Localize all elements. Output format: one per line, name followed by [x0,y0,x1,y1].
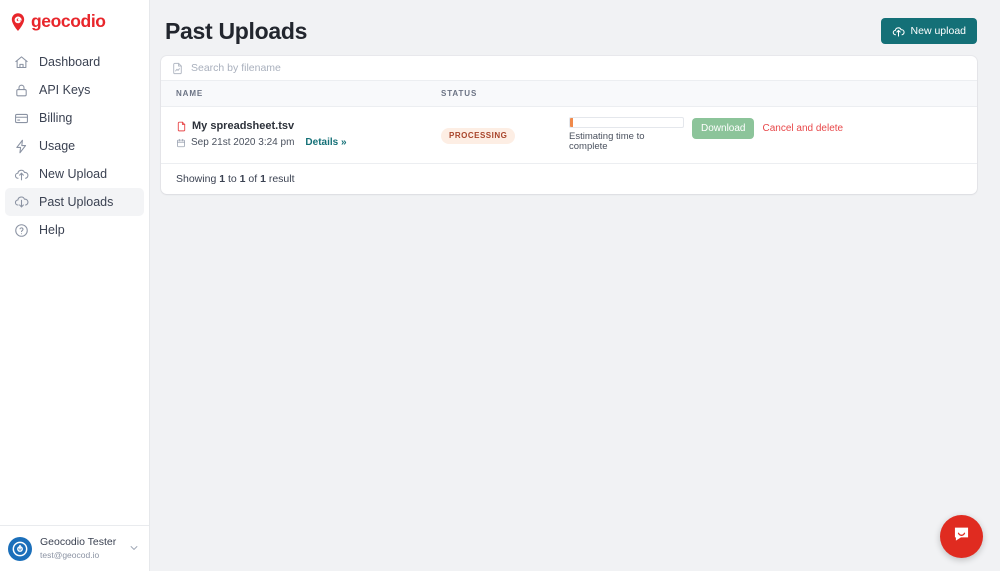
chat-launcher-button[interactable] [940,515,983,558]
column-header-actions [569,81,977,107]
new-upload-button-label: New upload [910,25,966,37]
file-date: Sep 21st 2020 3:24 pm [191,137,295,149]
file-name-line: My spreadsheet.tsv [176,121,441,132]
sidebar-item-label: New Upload [39,166,108,181]
app-root: geocodio Dashboard API Keys Billing Usag… [0,0,1000,571]
sidebar-item-api-keys[interactable]: API Keys [5,76,144,104]
lock-icon [13,82,29,98]
new-upload-button[interactable]: New upload [880,18,977,44]
status-badge: PROCESSING [441,128,516,145]
sidebar-item-past-uploads[interactable]: Past Uploads [5,188,144,216]
brand-name: geocodio [31,11,106,32]
chevron-down-icon[interactable] [129,543,139,555]
lightning-bolt-icon [13,138,29,154]
user-email: test@geocod.io [40,549,100,560]
page-title: Past Uploads [165,17,308,44]
user-name: Geocodio Tester [40,536,117,549]
row-actions: Estimating time to complete Download Can… [569,117,977,153]
main-content: Past Uploads New upload Search by filena… [150,0,1000,571]
home-icon [13,54,29,70]
sidebar-item-usage[interactable]: Usage [5,132,144,160]
column-header-status: STATUS [441,81,569,107]
table-row: My spreadsheet.tsv Sep 21st 2020 3:24 pm [161,106,977,164]
table-head: NAME STATUS [161,81,977,107]
progress-bar-fill [570,118,574,127]
question-circle-icon [13,222,29,238]
details-link[interactable]: Details » [305,138,346,148]
sidebar: geocodio Dashboard API Keys Billing Usag… [0,0,150,571]
cell-name: My spreadsheet.tsv Sep 21st 2020 3:24 pm [161,106,441,164]
download-button[interactable]: Download [692,118,755,139]
footer-suffix: result [265,172,295,185]
uploads-table: NAME STATUS My spreadsheet.tsv Sep 21st … [161,81,977,164]
sidebar-item-label: Usage [39,138,76,153]
footer-prefix: Showing [176,172,220,185]
search-input[interactable] [191,62,967,74]
user-menu[interactable]: Geocodio Tester test@geocod.io [0,525,149,571]
sidebar-item-label: Past Uploads [39,194,114,209]
chat-bubble-icon [951,524,972,550]
table-body: My spreadsheet.tsv Sep 21st 2020 3:24 pm [161,106,977,164]
file-name[interactable]: My spreadsheet.tsv [192,121,294,132]
cloud-upload-icon [13,166,29,182]
sidebar-item-label: Help [39,222,65,237]
footer-mid2: of [245,172,261,185]
cloud-upload-icon [892,25,905,38]
sidebar-item-dashboard[interactable]: Dashboard [5,48,144,76]
sidebar-item-billing[interactable]: Billing [5,104,144,132]
brand-logo[interactable]: geocodio [0,0,149,36]
user-meta: Geocodio Tester test@geocod.io [40,536,121,560]
progress-label: Estimating time to complete [569,131,645,153]
sidebar-item-label: Dashboard [39,54,101,69]
uploads-card: NAME STATUS [161,56,977,194]
table-footer: Showing 1 to 1 of 1 result [161,164,977,194]
avatar [8,536,32,561]
cell-status: PROCESSING [441,106,569,164]
footer-mid: to [225,172,240,185]
sidebar-nav: Dashboard API Keys Billing Usage New Upl… [0,48,149,244]
geocodio-pin-logo-icon [8,12,28,32]
page-header: Past Uploads New upload [161,0,977,56]
progress-group: Estimating time to complete [569,117,684,153]
cell-actions: Estimating time to complete Download Can… [569,106,977,164]
credit-card-icon [13,110,29,126]
sidebar-item-new-upload[interactable]: New Upload [5,160,144,188]
table-header-row: NAME STATUS [161,81,977,107]
cloud-download-icon [13,194,29,210]
file-tsv-icon [176,121,187,132]
column-header-name: NAME [161,81,441,107]
progress-bar [569,117,684,128]
sidebar-item-label: API Keys [39,82,91,97]
calendar-icon [176,138,186,148]
sidebar-item-help[interactable]: Help [5,216,144,244]
sidebar-item-label: Billing [39,110,73,125]
cancel-and-delete-link[interactable]: Cancel and delete [762,123,843,134]
search-bar [161,56,977,81]
file-meta-line: Sep 21st 2020 3:24 pm Details » [176,138,441,148]
file-search-icon [171,62,184,75]
